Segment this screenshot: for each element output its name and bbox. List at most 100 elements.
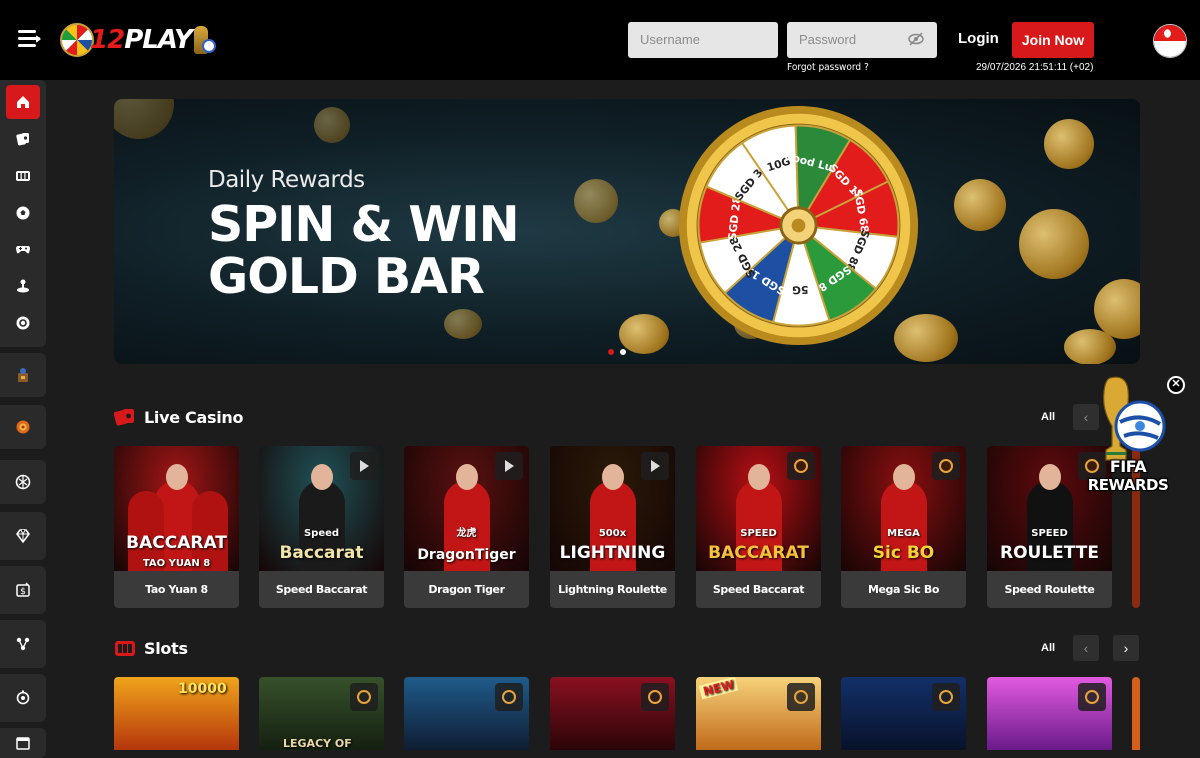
- esports-icon[interactable]: [6, 232, 40, 266]
- game-logo-text: ROULETTE: [1000, 543, 1099, 563]
- join-now-button[interactable]: Join Now: [1012, 22, 1094, 58]
- live-game-card[interactable]: BACCARAT SPEED Speed Baccarat: [696, 446, 821, 608]
- game-logo-subtext: 500x: [598, 528, 627, 539]
- slot-game-card[interactable]: [987, 677, 1112, 750]
- game-logo-text: DragonTiger: [417, 547, 516, 563]
- dealer-head: [166, 464, 188, 490]
- pragmatic-play-icon: [787, 452, 815, 480]
- dealer-head: [311, 464, 333, 490]
- support-icon[interactable]: [6, 681, 40, 715]
- game-thumbnail: Sic BO MEGA: [841, 446, 966, 571]
- game-logo-subtext: MEGA: [887, 528, 920, 539]
- referral-icon[interactable]: [6, 627, 40, 661]
- slot-game-card[interactable]: [550, 677, 675, 750]
- provider-badge-icon: [787, 683, 815, 711]
- play-icon: [350, 452, 378, 480]
- game-title: Speed Baccarat: [275, 583, 368, 596]
- play-icon: [641, 452, 669, 480]
- home-icon[interactable]: [6, 85, 40, 119]
- live-game-card[interactable]: Sic BO MEGA Mega Sic Bo: [841, 446, 966, 608]
- dealer-head: [602, 464, 624, 490]
- live-game-card[interactable]: Baccarat Speed Speed Baccarat: [259, 446, 384, 608]
- logo-text: 12PLAY: [90, 25, 193, 55]
- game-thumbnail: DragonTiger 龙虎: [404, 446, 529, 571]
- carousel-dot-2[interactable]: [620, 349, 626, 355]
- fishing-icon[interactable]: [6, 269, 40, 303]
- username-input[interactable]: [628, 22, 778, 58]
- diamond-icon[interactable]: [6, 519, 40, 553]
- game-logo-text: BACCARAT: [708, 543, 809, 563]
- live-game-card[interactable]: LIGHTNING 500x Lightning Roulette: [550, 446, 675, 608]
- carousel-indicator: [608, 349, 626, 355]
- slot-game-card[interactable]: NEW: [696, 677, 821, 750]
- football-icon: [1114, 400, 1166, 452]
- slot-logo-text: 10000: [178, 681, 227, 697]
- lottery-icon[interactable]: [6, 306, 40, 340]
- vip-icon[interactable]: [6, 465, 40, 499]
- dealer-head: [456, 464, 478, 490]
- banner-subtitle: Daily Rewards: [208, 167, 365, 193]
- prize-wheel-icon: 10GGood LuckSGD 18SGD 688SGD 88SGD 85GSG…: [678, 105, 919, 346]
- forgot-password-link[interactable]: Forgot password ?: [787, 62, 869, 73]
- provider-badge-icon: [495, 683, 523, 711]
- site-logo[interactable]: 12PLAY: [60, 20, 216, 60]
- game-thumbnail: BACCARAT SPEED: [696, 446, 821, 571]
- menu-toggle-icon[interactable]: [18, 28, 42, 50]
- game-logo-subtext: SPEED: [740, 528, 777, 539]
- deposit-icon[interactable]: $: [6, 573, 40, 607]
- game-logo-text: BACCARAT: [126, 533, 227, 553]
- slot-game-card-partial[interactable]: [1132, 677, 1140, 750]
- provider-badge-icon: [641, 683, 669, 711]
- fifa-rewards-promo[interactable]: FIFA REWARDS: [1078, 376, 1178, 498]
- close-icon[interactable]: ✕: [1167, 376, 1185, 394]
- game-logo-text: LIGHTNING: [559, 543, 666, 563]
- game-title: Tao Yuan 8: [145, 583, 208, 596]
- server-datetime: 29/07/2026 21:51:11 (+02): [976, 62, 1094, 73]
- slot-game-card[interactable]: [404, 677, 529, 750]
- dealer-head: [893, 464, 915, 490]
- fifa-rewards-text: FIFA REWARDS: [1087, 457, 1169, 495]
- singapore-flag-icon[interactable]: [1153, 24, 1187, 58]
- provider-badge-icon: [932, 683, 960, 711]
- banner-title: SPIN & WIN GOLD BAR: [208, 196, 520, 305]
- game-thumbnail: Baccarat Speed: [259, 446, 384, 571]
- promo-banner-carousel[interactable]: Daily Rewards SPIN & WIN GOLD BAR 10G Goo…: [114, 99, 1140, 364]
- play-icon: [495, 452, 523, 480]
- top-header: 12PLAY Forgot password ? Login Join Now …: [0, 0, 1200, 80]
- provider-badge-icon: [350, 683, 378, 711]
- slots-section-icon: [115, 641, 135, 656]
- eye-slash-icon[interactable]: [908, 32, 924, 46]
- game-title: Dragon Tiger: [428, 583, 505, 596]
- live-casino-section-icon: [114, 409, 134, 426]
- slot-game-card[interactable]: 10000: [114, 677, 239, 750]
- game-title: Speed Roulette: [1004, 583, 1095, 596]
- login-button[interactable]: Login: [958, 30, 999, 47]
- live-game-card[interactable]: BACCARAT TAO YUAN 8 Tao Yuan 8: [114, 446, 239, 608]
- slots-all-link[interactable]: All: [1041, 642, 1055, 654]
- promotion-icon[interactable]: [6, 358, 40, 392]
- live-casino-all-link[interactable]: All: [1041, 411, 1055, 423]
- slots-header: Slots: [114, 636, 188, 660]
- slot-logo-text: NEW: [698, 677, 739, 700]
- live-game-card[interactable]: DragonTiger 龙虎 Dragon Tiger: [404, 446, 529, 608]
- calendar-icon[interactable]: [6, 733, 40, 753]
- game-logo-subtext: TAO YUAN 8: [142, 558, 211, 569]
- slot-logo-text: LEGACY OF: [283, 737, 352, 750]
- slots-next-button[interactable]: ›: [1113, 635, 1139, 661]
- game-title: Speed Baccarat: [712, 583, 805, 596]
- logo-ball-icon: [201, 39, 216, 53]
- dealer-head: [748, 464, 770, 490]
- svg-text:$: $: [20, 587, 26, 597]
- rewards-icon[interactable]: [6, 410, 40, 444]
- live-casino-icon[interactable]: [6, 122, 40, 156]
- carousel-dot-1[interactable]: [608, 349, 614, 355]
- slot-game-card[interactable]: [841, 677, 966, 750]
- game-logo-subtext: SPEED: [1031, 528, 1068, 539]
- game-thumbnail: LIGHTNING 500x: [550, 446, 675, 571]
- slots-icon[interactable]: [6, 159, 40, 193]
- slot-game-card[interactable]: LEGACY OF: [259, 677, 384, 750]
- sports-icon[interactable]: [6, 196, 40, 230]
- game-logo-text: Sic BO: [872, 543, 935, 563]
- slots-prev-button[interactable]: ‹: [1073, 635, 1099, 661]
- game-thumbnail: BACCARAT TAO YUAN 8: [114, 446, 239, 571]
